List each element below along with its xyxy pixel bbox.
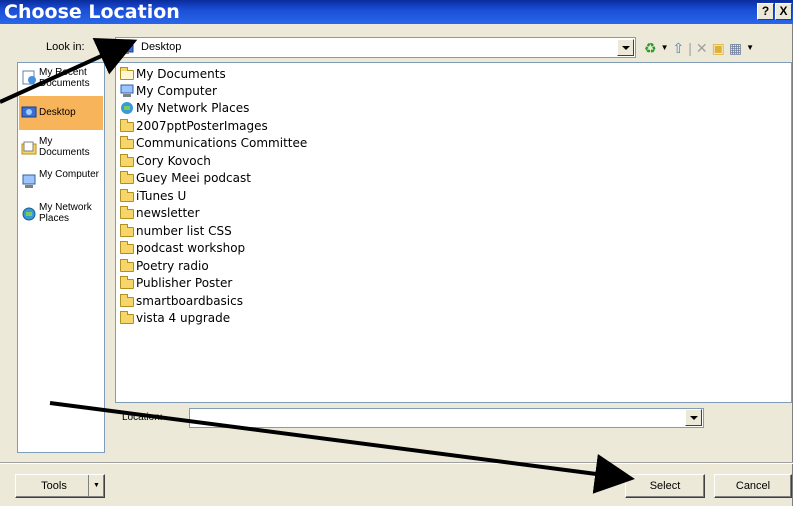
- folder-icon: [119, 136, 135, 149]
- folder-icon: [119, 294, 135, 307]
- back-icon[interactable]: ♻: [644, 39, 657, 57]
- list-item[interactable]: smartboardbasics: [119, 292, 243, 309]
- folder-icon: [119, 276, 135, 289]
- file-list: My Documents My Computer My Network Plac…: [115, 62, 792, 403]
- file-name: number list CSS: [136, 223, 232, 238]
- my-documents-icon: [119, 67, 135, 80]
- tools-button[interactable]: Tools ▼: [15, 474, 105, 498]
- separator: |: [688, 39, 692, 56]
- folder-icon: [119, 224, 135, 237]
- chevron-down-icon[interactable]: [617, 39, 634, 56]
- file-name: Guey Meei podcast: [136, 170, 251, 185]
- file-name: Communications Committee: [136, 135, 308, 150]
- new-folder-icon[interactable]: ▣: [712, 39, 725, 57]
- file-name: iTunes U: [136, 188, 187, 203]
- views-dropdown-icon[interactable]: ▼: [746, 39, 754, 57]
- help-button[interactable]: ?: [757, 3, 774, 20]
- divider: [0, 462, 793, 464]
- list-item[interactable]: podcast workshop: [119, 239, 245, 256]
- list-item[interactable]: newsletter: [119, 204, 200, 221]
- place-label: Desktop: [39, 107, 76, 118]
- chevron-down-icon[interactable]: [685, 409, 702, 426]
- folder-icon: [119, 311, 135, 324]
- look-in-dropdown[interactable]: Desktop: [115, 37, 636, 58]
- desktop-icon: [118, 41, 134, 54]
- file-name: Cory Kovoch: [136, 153, 211, 168]
- list-item[interactable]: Poetry radio: [119, 257, 209, 274]
- dropdown-arrow-icon[interactable]: ▼: [661, 39, 669, 57]
- place-desktop[interactable]: Desktop: [19, 96, 103, 130]
- file-name: 2007pptPosterImages: [136, 118, 268, 133]
- file-name: podcast workshop: [136, 240, 246, 255]
- list-item[interactable]: number list CSS: [119, 222, 232, 239]
- place-label: My Computer: [39, 169, 100, 180]
- tools-label: Tools: [41, 480, 67, 492]
- delete-icon[interactable]: ✕: [696, 39, 708, 57]
- recent-documents-icon: [22, 70, 36, 85]
- chevron-down-icon: ▼: [88, 475, 104, 497]
- list-item[interactable]: My Computer: [119, 82, 217, 99]
- list-item[interactable]: vista 4 upgrade: [119, 309, 230, 326]
- list-item[interactable]: iTunes U: [119, 187, 186, 204]
- title-bar: Choose Location ? X: [0, 0, 793, 24]
- select-button[interactable]: Select: [625, 474, 705, 498]
- file-name: newsletter: [136, 205, 200, 220]
- network-places-icon: [22, 207, 36, 221]
- folder-icon: [119, 241, 135, 254]
- look-in-value: Desktop: [141, 41, 182, 53]
- place-my-network-places[interactable]: My Network Places: [19, 200, 103, 242]
- list-item[interactable]: My Documents: [119, 65, 226, 82]
- place-label: My Network Places: [39, 202, 92, 224]
- place-label: My Recent Documents: [39, 67, 90, 89]
- folder-icon: [119, 259, 135, 272]
- list-item[interactable]: My Network Places: [119, 99, 249, 116]
- window-title: Choose Location: [4, 1, 180, 23]
- desktop-icon: [21, 106, 37, 118]
- network-places-icon: [119, 101, 135, 114]
- folder-icon: [119, 171, 135, 184]
- list-item[interactable]: Cory Kovoch: [119, 152, 211, 169]
- my-computer-icon: [22, 174, 36, 188]
- views-icon[interactable]: ▦: [729, 39, 742, 57]
- location-input[interactable]: [189, 408, 704, 428]
- places-bar: My Recent Documents Desktop My Documents…: [17, 62, 105, 453]
- list-item[interactable]: 2007pptPosterImages: [119, 117, 268, 134]
- folder-icon: [119, 154, 135, 167]
- my-computer-icon: [119, 84, 135, 97]
- list-item[interactable]: Publisher Poster: [119, 274, 232, 291]
- file-name: My Documents: [136, 66, 226, 81]
- place-label: My Documents: [39, 136, 90, 158]
- list-item[interactable]: Guey Meei podcast: [119, 169, 251, 186]
- file-name: My Computer: [136, 83, 217, 98]
- look-in-label: Look in:: [46, 41, 85, 53]
- close-button[interactable]: X: [775, 3, 792, 20]
- file-name: smartboardbasics: [136, 293, 243, 308]
- up-folder-icon[interactable]: ⇧: [672, 39, 684, 57]
- my-documents-icon: [21, 141, 37, 155]
- cancel-button[interactable]: Cancel: [714, 474, 792, 498]
- file-name: My Network Places: [136, 100, 250, 115]
- file-name: vista 4 upgrade: [136, 310, 231, 325]
- folder-icon: [119, 206, 135, 219]
- toolbar: ♻ ▼ ⇧ | ✕ ▣ ▦ ▼: [644, 37, 754, 58]
- folder-icon: [119, 189, 135, 202]
- location-label: Location:: [122, 412, 163, 423]
- file-name: Publisher Poster: [136, 275, 233, 290]
- choose-location-dialog: Choose Location ? X Look in: Desktop ♻ ▼…: [0, 0, 793, 506]
- list-item[interactable]: Communications Committee: [119, 134, 307, 151]
- file-name: Poetry radio: [136, 258, 209, 273]
- folder-icon: [119, 119, 135, 132]
